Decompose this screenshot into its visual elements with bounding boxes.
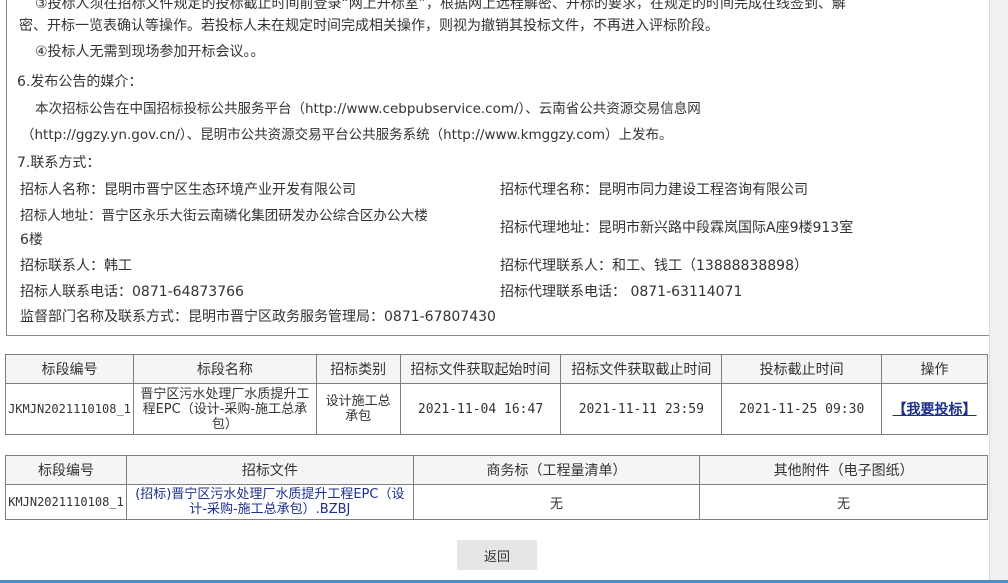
col-header-file-section-code: 标段编号 xyxy=(5,455,127,485)
col-header-section-name: 标段名称 xyxy=(132,354,317,384)
col-header-end-time: 招标文件获取截止时间 xyxy=(560,354,723,384)
announcement-box: ③投标人须在招标文件规定的投标截止时间前登录“网上开标室”，根据网上远程解密、开… xyxy=(6,0,990,336)
file-table: 标段编号 招标文件 商务标（工程量清单） 其他附件（电子图纸） KMJN2021… xyxy=(5,455,988,520)
submit-bid-link[interactable]: 【我要投标】 xyxy=(893,402,977,418)
bid-deadline: 2021-11-25 09:30 xyxy=(721,383,883,435)
section-code: JKMJN2021110108_1 xyxy=(5,383,134,435)
agent-name: 招标代理名称：昆明市同力建设工程咨询有限公司 xyxy=(500,182,808,198)
notice-item-3-cont: 密、开标一览表确认等操作。若投标人未在规定时间完成相关操作，则视为撤销其投标文件… xyxy=(19,18,719,34)
col-header-section-code: 标段编号 xyxy=(5,354,134,384)
end-time: 2021-11-11 23:59 xyxy=(560,383,723,435)
tenderer-address-cont: 6楼 xyxy=(20,232,43,248)
col-header-tender-file: 招标文件 xyxy=(125,455,414,485)
agent-phone: 招标代理联系电话： 0871-63114071 xyxy=(500,284,743,300)
tenderer-phone: 招标人联系电话：0871-64873766 xyxy=(20,284,244,300)
col-header-category: 招标类别 xyxy=(315,354,401,384)
return-button[interactable]: 返回 xyxy=(457,540,537,570)
action-cell: 【我要投标】 xyxy=(881,383,988,435)
file-section-code: KMJN2021110108_1 xyxy=(5,484,127,520)
tenderer-name: 招标人名称：昆明市晋宁区生态环境产业开发有限公司 xyxy=(20,182,356,198)
tenderer-contact: 招标联系人：韩工 xyxy=(20,258,132,274)
media-line-1: 本次招标公告在中国招标投标公共服务平台（http://www.cebpubser… xyxy=(35,101,701,117)
supervisor-contact: 监督部门名称及联系方式：昆明市晋宁区政务服务管理局：0871-67807430 xyxy=(20,309,496,325)
table-row: KMJN2021110108_1 (招标)晋宁区污水处理厂水质提升工程EPC（设… xyxy=(5,484,988,520)
notice-item-3: ③投标人须在招标文件规定的投标截止时间前登录“网上开标室”，根据网上远程解密、开… xyxy=(35,0,847,12)
col-header-business-bid: 商务标（工程量清单） xyxy=(412,455,701,485)
media-heading: 6.发布公告的媒介： xyxy=(17,74,143,90)
contact-heading: 7.联系方式： xyxy=(17,155,101,171)
notice-item-4: ④投标人无需到现场参加开标会议。。 xyxy=(35,44,265,60)
col-header-start-time: 招标文件获取起始时间 xyxy=(399,354,562,384)
section-table: 标段编号 标段名称 招标类别 招标文件获取起始时间 招标文件获取截止时间 投标截… xyxy=(5,354,988,435)
section-table-header: 标段编号 标段名称 招标类别 招标文件获取起始时间 招标文件获取截止时间 投标截… xyxy=(5,354,988,384)
vertical-scrollbar[interactable] xyxy=(989,0,1008,583)
col-header-action: 操作 xyxy=(881,354,988,384)
agent-address: 招标代理地址：昆明市新兴路中段霖岚国际A座9楼913室 xyxy=(500,220,854,236)
business-bid-value: 无 xyxy=(412,484,701,520)
tender-file-download-link[interactable]: (招标)晋宁区污水处理厂水质提升工程EPC（设计-采购-施工总承包）.BZBJ xyxy=(135,487,404,517)
col-header-bid-deadline: 投标截止时间 xyxy=(721,354,883,384)
agent-contact: 招标代理联系人：和工、钱工（13888838898） xyxy=(500,258,808,274)
start-time: 2021-11-04 16:47 xyxy=(399,383,562,435)
tender-file-cell: (招标)晋宁区污水处理厂水质提升工程EPC（设计-采购-施工总承包）.BZBJ xyxy=(125,484,414,520)
media-line-2: （http://ggzy.yn.gov.cn/）、昆明市公共资源交易平台公共服务… xyxy=(21,127,673,143)
table-row: JKMJN2021110108_1 晋宁区污水处理厂水质提升工程EPC（设计-采… xyxy=(5,383,988,435)
col-header-other-attachments: 其他附件（电子图纸） xyxy=(699,455,988,485)
tenderer-address: 招标人地址：晋宁区永乐大街云南磷化集团研发办公综合区办公大楼 xyxy=(20,208,428,224)
other-attachments-value: 无 xyxy=(699,484,988,520)
section-category: 设计施工总承包 xyxy=(315,383,401,435)
file-table-header: 标段编号 招标文件 商务标（工程量清单） 其他附件（电子图纸） xyxy=(5,455,988,485)
section-name: 晋宁区污水处理厂水质提升工程EPC（设计-采购-施工总承包） xyxy=(132,383,317,435)
